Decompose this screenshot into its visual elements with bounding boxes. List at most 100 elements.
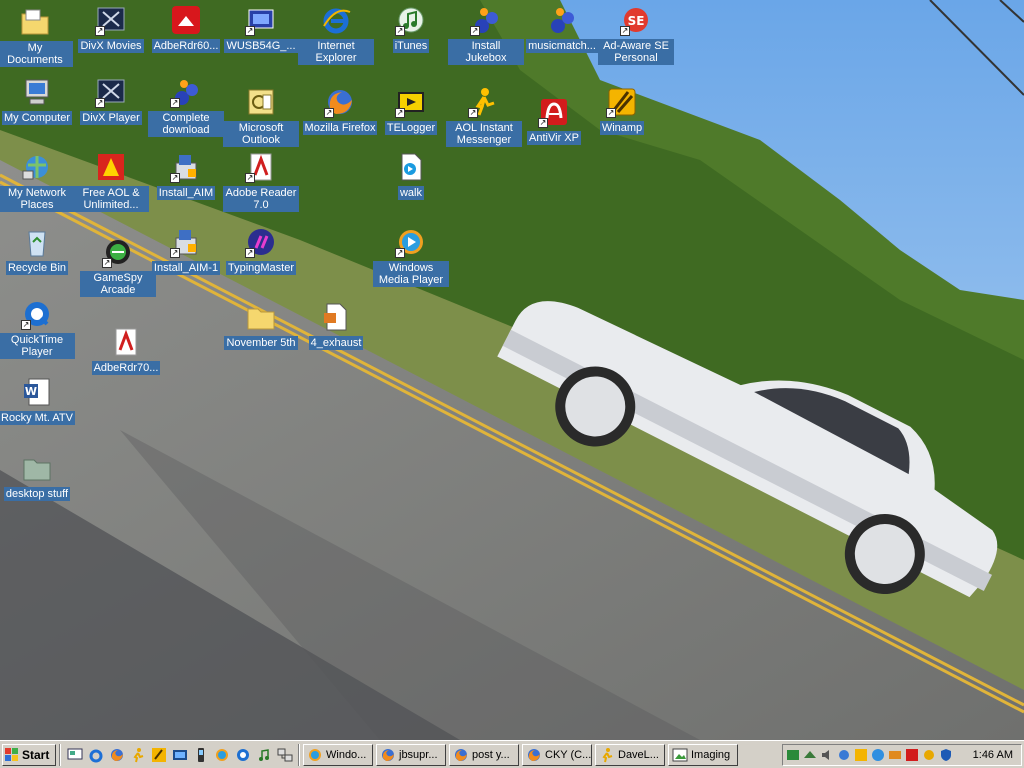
desktop-icon-microsoft-outlook[interactable]: Microsoft Outlook — [223, 86, 299, 147]
taskbar-button-windows[interactable]: Windo... — [303, 743, 373, 766]
shortcut-arrow-icon: ↗ — [170, 173, 180, 183]
desktop-icon-quicktime-player[interactable]: ↗ QuickTime Player — [0, 298, 75, 359]
adobe-reader-icon: ↗ — [245, 151, 277, 183]
shortcut-arrow-icon: ↗ — [95, 26, 105, 36]
desktop-icon-internet-explorer[interactable]: Internet Explorer — [298, 4, 374, 65]
quick-launch-winamp[interactable] — [148, 744, 169, 766]
media-tray-icon[interactable] — [888, 748, 902, 762]
antivir-tray-icon[interactable] — [905, 748, 919, 762]
installer-icon: ↗ — [170, 226, 202, 258]
internet-explorer-icon — [89, 749, 102, 762]
quick-launch-show-desktop[interactable] — [64, 744, 85, 766]
desktop-icon-walk[interactable]: walk — [373, 151, 449, 200]
desktop-icon-recycle-bin[interactable]: Recycle Bin — [0, 226, 75, 275]
outlook-icon — [245, 86, 277, 118]
desktop-icon-telogger[interactable]: ↗ TELogger — [373, 86, 449, 135]
shortcut-arrow-icon: ↗ — [245, 173, 255, 183]
icon-label: AntiVir XP — [527, 131, 581, 145]
globe-tray-icon[interactable] — [871, 748, 885, 762]
quick-launch-media[interactable] — [169, 744, 190, 766]
desktop-icon-ad-aware[interactable]: SE ↗ Ad-Aware SE Personal — [598, 4, 674, 65]
icon-label: Ad-Aware SE Personal — [598, 39, 674, 65]
icon-label: Internet Explorer — [298, 39, 374, 65]
icon-label: My Computer — [1, 111, 73, 125]
quick-launch-network[interactable] — [274, 744, 295, 766]
quick-launch-itunes[interactable] — [253, 744, 274, 766]
quick-launch-quicktime[interactable] — [232, 744, 253, 766]
network-tray-icon[interactable] — [786, 748, 800, 762]
quick-launch-firefox[interactable] — [106, 744, 127, 766]
volume-icon[interactable] — [820, 748, 834, 762]
desktop-icon-4-exhaust[interactable]: 4_exhaust — [298, 301, 374, 350]
desktop-icon-my-computer[interactable]: My Computer — [0, 76, 75, 125]
desktop-icon-my-network-places[interactable]: My Network Places — [0, 151, 75, 212]
adobe-installer-icon — [110, 326, 142, 358]
itunes-icon — [258, 748, 269, 761]
clock[interactable]: 1:46 AM — [973, 749, 1013, 761]
desktop-icon-wusb54g[interactable]: ↗ WUSB54G_... — [223, 4, 299, 53]
desktop-icon-adberdr70[interactable]: AdbeRdr70... — [88, 326, 164, 375]
aim-tray-icon[interactable] — [922, 748, 936, 762]
icon-label: Mozilla Firefox — [302, 121, 378, 135]
desktop-icon-winamp[interactable]: ↗ Winamp — [584, 86, 660, 135]
icon-label: Rocky Mt. ATV — [0, 411, 75, 425]
quick-launch-aim[interactable] — [127, 744, 148, 766]
desktop-icon-my-documents[interactable]: My Documents — [0, 6, 73, 67]
media-icon — [172, 749, 187, 760]
desktop-icon-november-5th[interactable]: November 5th — [223, 301, 299, 350]
desktop-icon-typingmaster[interactable]: ↗ TypingMaster — [223, 226, 299, 275]
desktop-icon-musicmatch[interactable]: musicmatch... — [524, 4, 600, 53]
taskbar-button-davel[interactable]: DaveL... — [595, 743, 665, 766]
desktop-icon-install-aim-1[interactable]: ↗ Install_AIM-1 — [148, 226, 224, 275]
desktop-icon-adberdr60[interactable]: AdbeRdr60... — [148, 4, 224, 53]
task-label: post y... — [472, 748, 510, 761]
phone-icon — [197, 747, 204, 762]
icon-label: GameSpy Arcade — [80, 271, 156, 297]
desktop-icon-itunes[interactable]: ↗ iTunes — [373, 4, 449, 53]
icon-label: QuickTime Player — [0, 333, 75, 359]
taskbar-button-post[interactable]: post y... — [449, 743, 519, 766]
shortcut-arrow-icon: ↗ — [395, 248, 405, 258]
task-label: DaveL... — [618, 748, 659, 761]
shield-tray-icon[interactable] — [939, 748, 953, 762]
icon-label: musicmatch... — [526, 39, 598, 53]
quick-launch-internet-explorer[interactable] — [85, 744, 106, 766]
winamp-tray-icon[interactable] — [854, 748, 868, 762]
desktop-icon-aol-instant-messenger[interactable]: ↗ AOL Instant Messenger — [446, 86, 522, 147]
installer-icon: ↗ — [170, 151, 202, 183]
winamp-icon — [151, 747, 166, 762]
desktop-icon-install-aim[interactable]: ↗ Install_AIM — [148, 151, 224, 200]
icon-label: Winamp — [599, 121, 645, 135]
windows-media-icon — [215, 748, 228, 761]
desktop-icon-desktop-stuff[interactable]: desktop stuff — [0, 452, 75, 501]
quick-launch-windows-media[interactable] — [211, 744, 232, 766]
desktop-icon-windows-media-player[interactable]: ↗ Windows Media Player — [373, 226, 449, 287]
desktop-icon-install-jukebox[interactable]: ↗ Install Jukebox — [448, 4, 524, 65]
aol-icon — [95, 151, 127, 183]
imaging-icon — [672, 748, 688, 761]
antivir-icon: ↗ — [538, 96, 570, 128]
desktop-icon-gamespy-arcade[interactable]: ↗ GameSpy Arcade — [80, 236, 156, 297]
start-button[interactable]: Start — [2, 743, 56, 766]
desktop-icon-adobe-reader[interactable]: ↗ Adobe Reader 7.0 — [223, 151, 299, 212]
icon-label: walk — [397, 186, 424, 200]
taskbar-button-jbsupr[interactable]: jbsupr... — [376, 743, 446, 766]
desktop-icon-divx-movies[interactable]: ↗ DivX Movies — [73, 4, 149, 53]
desktop-icon-rocky-mt-atv[interactable]: W Rocky Mt. ATV — [0, 376, 75, 425]
messenger-tray-icon[interactable] — [837, 748, 851, 762]
task-label: jbsupr... — [399, 748, 438, 761]
desktop-icon-complete-download[interactable]: ↗ Complete download — [148, 76, 224, 137]
desktop-icon-mozilla-firefox[interactable]: ↗ Mozilla Firefox — [302, 86, 378, 135]
quick-launch-phone[interactable] — [190, 744, 211, 766]
connection-tray-icon[interactable] — [803, 748, 817, 762]
desktop-icon-free-aol[interactable]: Free AOL & Unlimited... — [73, 151, 149, 212]
desktop-icon-divx-player[interactable]: ↗ DivX Player — [73, 76, 149, 125]
taskbar-button-imaging[interactable]: Imaging — [668, 743, 738, 766]
desktop-icon-antivir-xp[interactable]: ↗ AntiVir XP — [516, 96, 592, 145]
itunes-icon: ↗ — [395, 4, 427, 36]
desktop[interactable]: My Documents My Computer My Network Plac… — [0, 0, 1024, 740]
taskbar-separator — [298, 743, 300, 766]
windows-media-player-icon: ↗ — [395, 226, 427, 258]
taskbar-button-cky[interactable]: CKY (C... — [522, 743, 592, 766]
windows-flag-icon — [5, 747, 18, 761]
